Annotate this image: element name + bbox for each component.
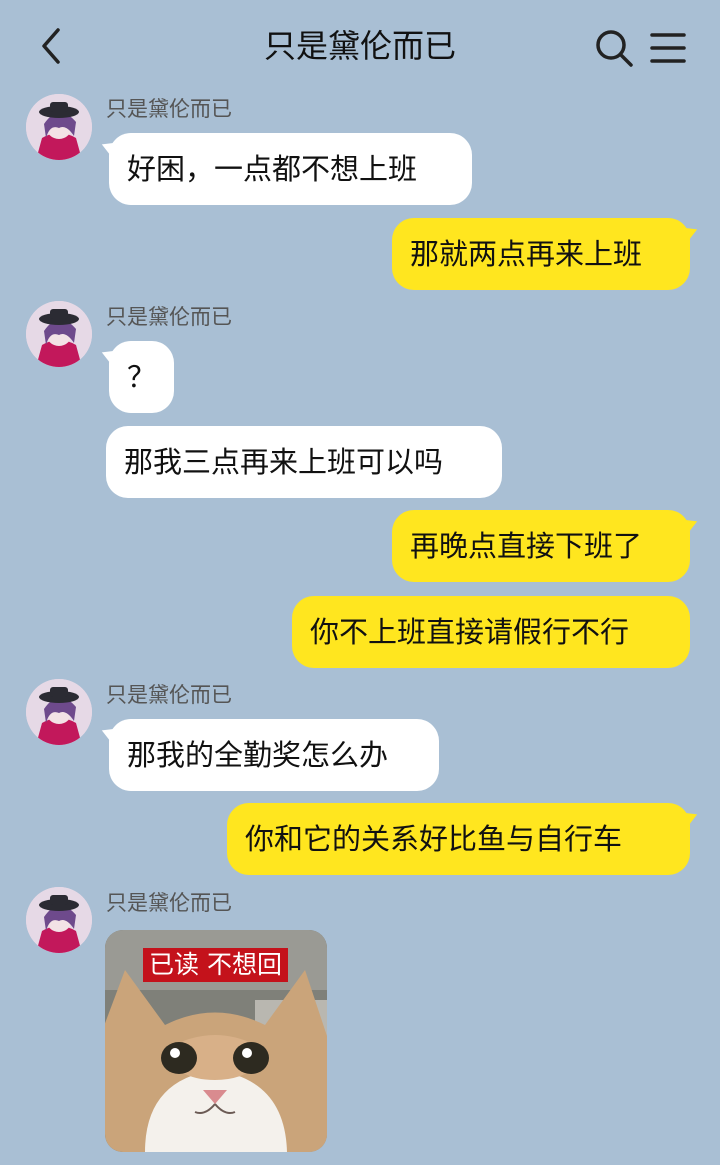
message-bubble-outgoing[interactable]: 那就两点再来上班 — [392, 218, 690, 290]
menu-icon — [650, 33, 686, 63]
message-bubble-outgoing[interactable]: 你不上班直接请假行不行 — [292, 596, 690, 668]
contact-avatar[interactable] — [26, 301, 92, 367]
message-bubble-incoming[interactable]: 好困，一点都不想上班 — [109, 133, 472, 205]
message-bubble-incoming[interactable]: 那我的全勤奖怎么办 — [109, 719, 439, 791]
search-button[interactable] — [594, 28, 634, 68]
search-icon — [596, 30, 633, 67]
contact-avatar[interactable] — [26, 887, 92, 953]
contact-avatar[interactable] — [26, 679, 92, 745]
menu-button[interactable] — [650, 30, 686, 66]
sticker-caption: 已读 不想回 — [143, 948, 288, 982]
top-bar: 只是黛伦而已 — [0, 0, 720, 92]
sender-name: 只是黛伦而已 — [106, 683, 232, 707]
message-bubble-outgoing[interactable]: 再晚点直接下班了 — [392, 510, 690, 582]
message-bubble-incoming[interactable]: 那我三点再来上班可以吗 — [106, 426, 502, 498]
sender-name: 只是黛伦而已 — [106, 891, 232, 915]
contact-avatar[interactable] — [26, 94, 92, 160]
sender-name: 只是黛伦而已 — [106, 97, 232, 121]
sender-name: 只是黛伦而已 — [106, 305, 232, 329]
back-button[interactable] — [34, 26, 68, 66]
chat-title: 只是黛伦而已 — [263, 27, 456, 65]
message-bubble-outgoing[interactable]: 你和它的关系好比鱼与自行车 — [227, 803, 690, 875]
sticker-image[interactable]: 已读 不想回 — [105, 930, 327, 1152]
message-bubble-incoming[interactable]: ？ — [109, 341, 174, 413]
chevron-left-icon — [42, 28, 60, 64]
